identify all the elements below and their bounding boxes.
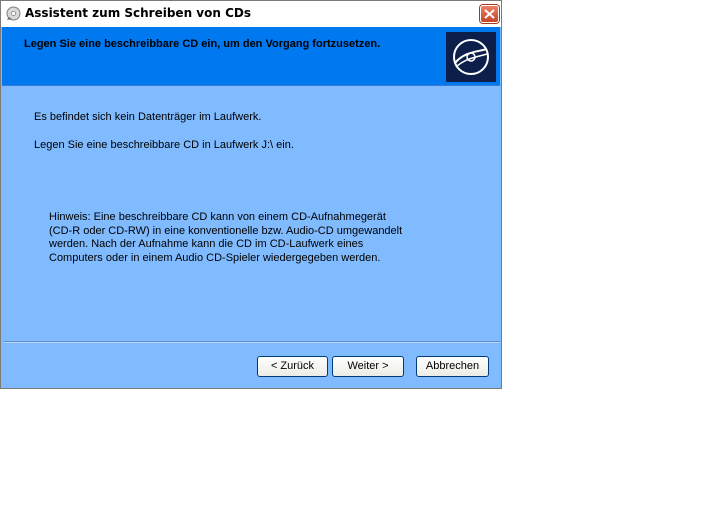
footer-divider-highlight [4, 342, 500, 343]
cd-disc-icon [446, 32, 496, 82]
insert-disc-instruction: Legen Sie eine beschreibbare CD in Laufw… [34, 139, 294, 151]
back-button[interactable]: < Zurück [257, 356, 328, 377]
next-button[interactable]: Weiter > [332, 356, 404, 377]
wizard-header: Legen Sie eine beschreibbare CD ein, um … [2, 27, 500, 85]
cancel-button[interactable]: Abbrechen [416, 356, 489, 377]
cd-writing-wizard-window: Assistent zum Schreiben von CDs Legen Si… [0, 0, 502, 389]
no-disc-message: Es befindet sich kein Datenträger im Lau… [34, 111, 262, 123]
header-divider [2, 85, 500, 86]
close-button[interactable] [480, 5, 499, 23]
close-icon [484, 9, 495, 19]
title-bar[interactable]: Assistent zum Schreiben von CDs [1, 1, 501, 27]
header-heading: Legen Sie eine beschreibbare CD ein, um … [24, 38, 381, 50]
hint-text: Hinweis: Eine beschreibbare CD kann von … [49, 211, 403, 264]
cd-app-icon [6, 6, 21, 21]
window-title: Assistent zum Schreiben von CDs [25, 6, 251, 20]
